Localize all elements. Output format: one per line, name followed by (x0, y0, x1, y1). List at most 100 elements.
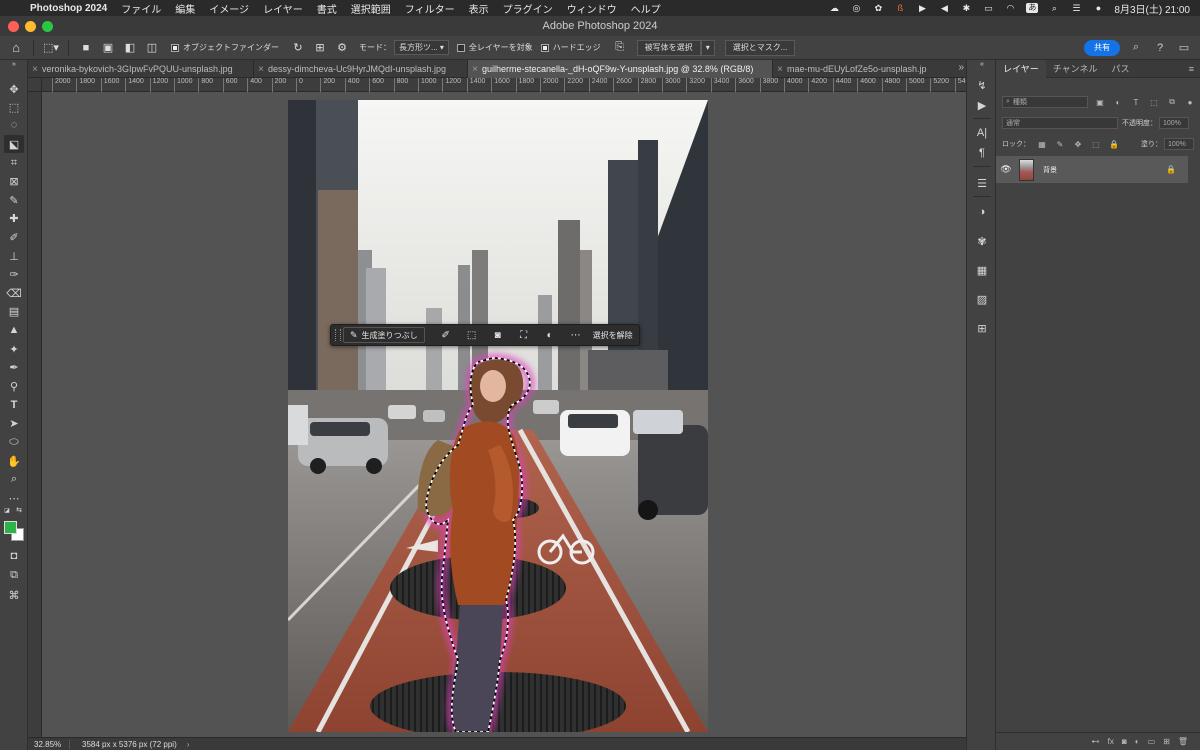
zoom-window-button[interactable] (42, 21, 53, 32)
layer-name[interactable]: 背景 (1043, 165, 1057, 175)
history-panel-icon[interactable]: ↯ (972, 76, 992, 94)
menu-app-name[interactable]: Photoshop 2024 (30, 3, 107, 14)
menu-select[interactable]: 選択範囲 (351, 1, 391, 16)
menu-filter[interactable]: フィルター (405, 1, 455, 16)
move-tool-icon[interactable]: ✥ (4, 80, 24, 98)
menu-edit[interactable]: 編集 (175, 1, 195, 16)
lasso-tool-icon[interactable]: ◌ (4, 116, 24, 134)
menu-image[interactable]: イメージ (209, 1, 249, 16)
ruler-origin[interactable] (28, 78, 42, 92)
add-mask-icon[interactable]: ◙ (1122, 737, 1127, 746)
battery-icon[interactable]: ▭ (982, 3, 994, 13)
quick-mask-icon[interactable]: ◘ (4, 547, 24, 565)
refresh-icon[interactable]: ↻ (290, 40, 306, 56)
edit-toolbar-icon[interactable]: ⌘ (4, 586, 24, 604)
adjustments-panel-icon[interactable]: ◑ (972, 203, 992, 221)
pen-tool-alt-icon[interactable]: ⚲ (4, 377, 24, 395)
screen-mode-icon[interactable]: ⧉ (4, 566, 24, 584)
link-layers-icon[interactable]: ⊷ (1092, 737, 1100, 746)
filter-smart-object-icon[interactable]: ⧉ (1166, 96, 1178, 108)
status-menu-icon[interactable]: › (187, 740, 190, 749)
bluetooth-icon[interactable]: ✱ (960, 3, 972, 13)
opacity-field[interactable]: 100% (1159, 117, 1189, 129)
zoom-tool-icon[interactable]: ⌕ (4, 470, 24, 488)
close-tab-icon[interactable]: × (468, 64, 482, 75)
lock-all-icon[interactable]: 🔒 (1108, 138, 1120, 150)
select-subject-dropdown[interactable]: ▾ (700, 39, 715, 56)
more-tabs-icon[interactable]: » (958, 62, 964, 73)
close-tab-icon[interactable]: × (28, 64, 42, 75)
blur-tool-icon[interactable]: ▲ (4, 321, 24, 339)
delete-layer-icon[interactable]: 🗑 (1178, 737, 1188, 746)
toolbar-collapse-icon[interactable]: » (4, 60, 24, 68)
spotlight-icon[interactable]: ⌕ (1048, 3, 1060, 13)
patterns-panel-icon[interactable]: ⊞ (972, 319, 992, 337)
document-tab-active[interactable]: × guilherme-stecanella-_dH-oQF9w-Y-unspl… (468, 60, 773, 78)
visibility-eye-icon[interactable]: 👁 (996, 164, 1016, 175)
behance-icon[interactable]: ß (894, 3, 906, 13)
tab-layers[interactable]: レイヤー (996, 59, 1046, 78)
adjustment-layer-icon[interactable]: ◐ (541, 327, 559, 343)
cc-sync-icon[interactable]: ◎ (850, 3, 862, 13)
tab-channels[interactable]: チャンネル (1046, 60, 1105, 78)
modify-selection-icon[interactable]: ✐ (437, 327, 455, 343)
layer-style-icon[interactable]: fx (1108, 737, 1114, 746)
select-subject-button[interactable]: 被写体を選択 (636, 39, 701, 56)
menu-view[interactable]: 表示 (469, 1, 489, 16)
swap-colors-icon[interactable]: ⇆ (14, 505, 24, 515)
create-mask-icon[interactable]: ◙ (489, 327, 507, 343)
eyedropper-tool-icon[interactable]: ✎ (4, 191, 24, 209)
history-brush-tool-icon[interactable]: ✑ (4, 265, 24, 283)
shape-tool-icon[interactable]: ⬭ (4, 433, 24, 451)
clone-stamp-tool-icon[interactable]: ⊥ (4, 247, 24, 265)
more-options-icon[interactable]: ⋯ (567, 327, 585, 343)
menu-layer[interactable]: レイヤー (263, 1, 303, 16)
properties-panel-icon[interactable]: ☰ (972, 174, 992, 192)
lock-artboard-icon[interactable]: ⬚ (1090, 138, 1102, 150)
all-layers-checkbox[interactable] (456, 43, 465, 52)
control-center-icon[interactable]: ☰ (1070, 3, 1082, 13)
share-button[interactable]: 共有 (1084, 39, 1120, 56)
filter-shape-icon[interactable]: ⬚ (1148, 96, 1160, 108)
blend-mode-dropdown[interactable]: 通常 (1002, 117, 1118, 129)
healing-brush-tool-icon[interactable]: ✚ (4, 209, 24, 227)
filter-type-icon[interactable]: T (1130, 96, 1142, 108)
new-layer-icon[interactable]: ⊞ (1163, 737, 1170, 746)
fill-selection-icon[interactable]: ⛶ (515, 327, 533, 343)
mode-dropdown[interactable]: 長方形ツ... ▾ (394, 40, 449, 55)
paragraph-panel-icon[interactable]: ¶ (972, 144, 992, 162)
lock-image-icon[interactable]: ✎ (1054, 138, 1066, 150)
search-icon[interactable]: ⌕ (1128, 40, 1144, 56)
home-icon[interactable]: ⌂ (8, 40, 24, 56)
hard-edge-checkbox[interactable] (540, 43, 549, 52)
close-tab-icon[interactable]: × (254, 64, 268, 75)
document-image[interactable] (288, 100, 708, 732)
tab-paths[interactable]: パス (1104, 60, 1136, 78)
canvas-area[interactable] (42, 92, 966, 737)
close-window-button[interactable] (8, 21, 19, 32)
document-tab[interactable]: × veronika-bykovich-3GIpwFvPQUU-unsplash… (28, 60, 254, 78)
new-adjustment-icon[interactable]: ◐ (1135, 737, 1140, 746)
menu-type[interactable]: 書式 (317, 1, 337, 16)
menu-file[interactable]: ファイル (121, 1, 161, 16)
menu-help[interactable]: ヘルプ (631, 1, 661, 16)
crop-tool-icon[interactable]: ⌗ (4, 154, 24, 172)
object-selection-tool-preset-icon[interactable]: ⬚▾ (43, 40, 59, 56)
intersect-selection-icon[interactable]: ◫ (144, 40, 160, 56)
filter-adjustment-icon[interactable]: ◐ (1112, 96, 1124, 108)
object-finder-checkbox[interactable] (171, 43, 179, 52)
menu-plugins[interactable]: プラグイン (503, 1, 553, 16)
settings-gear-icon[interactable]: ⚙ (334, 40, 350, 56)
strip-collapse-icon[interactable]: « (972, 60, 992, 68)
taskbar-drag-handle[interactable] (335, 329, 341, 341)
lock-position-icon[interactable]: ✥ (1072, 138, 1084, 150)
play-icon[interactable]: ▶ (916, 3, 928, 13)
document-tab[interactable]: × dessy-dimcheva-Uc9HyrJMQdI-unsplash.jp… (254, 60, 468, 78)
subtract-from-selection-icon[interactable]: ◧ (122, 40, 138, 56)
vertical-ruler[interactable] (28, 92, 42, 737)
horizontal-ruler[interactable]: 2000 1800 1600 1400 1200 1000 800 600 400 200 0 200… (42, 78, 990, 92)
creative-cloud-icon[interactable]: ☁ (828, 3, 840, 13)
lock-transparent-icon[interactable]: ▦ (1036, 138, 1048, 150)
character-panel-icon[interactable]: A| (972, 124, 992, 142)
close-tab-icon[interactable]: × (773, 64, 787, 75)
